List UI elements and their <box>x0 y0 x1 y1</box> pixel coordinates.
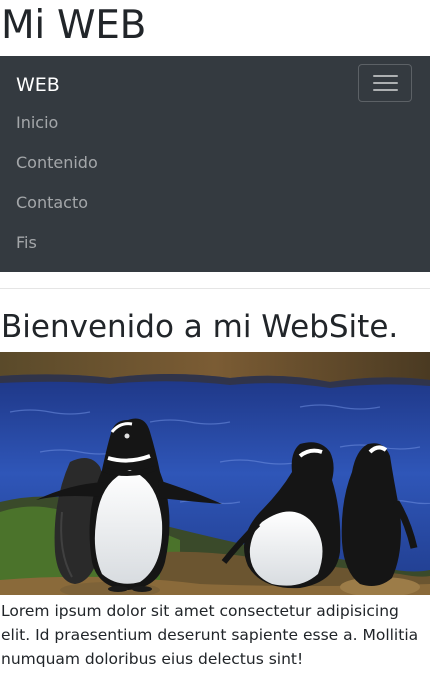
site-title: Mi WEB <box>1 3 147 48</box>
navbar: WEB Inicio Contenido Contacto Fis <box>0 56 430 272</box>
nav-link-fis[interactable]: Fis <box>0 230 98 270</box>
welcome-heading: Bienvenido a mi WebSite. <box>1 309 399 345</box>
nav-link-contenido[interactable]: Contenido <box>0 150 98 190</box>
nav-item-inicio: Inicio <box>0 110 98 150</box>
intro-paragraph: Lorem ipsum dolor sit amet consectetur a… <box>1 602 419 668</box>
nav-item-contenido: Contenido <box>0 150 98 190</box>
hamburger-menu-icon <box>373 75 398 77</box>
navbar-brand[interactable]: WEB <box>16 73 60 97</box>
nav-link-inicio[interactable]: Inicio <box>0 110 98 150</box>
hamburger-menu-icon-bar <box>373 89 398 91</box>
penguins-image <box>0 352 430 595</box>
nav-menu: Inicio Contenido Contacto Fis <box>0 112 98 270</box>
nav-link-contacto[interactable]: Contacto <box>0 190 98 230</box>
hamburger-menu-icon-bar <box>373 82 398 84</box>
nav-item-contacto: Contacto <box>0 190 98 230</box>
nav-item-fis: Fis <box>0 230 98 270</box>
navbar-toggler-button[interactable] <box>358 64 412 102</box>
